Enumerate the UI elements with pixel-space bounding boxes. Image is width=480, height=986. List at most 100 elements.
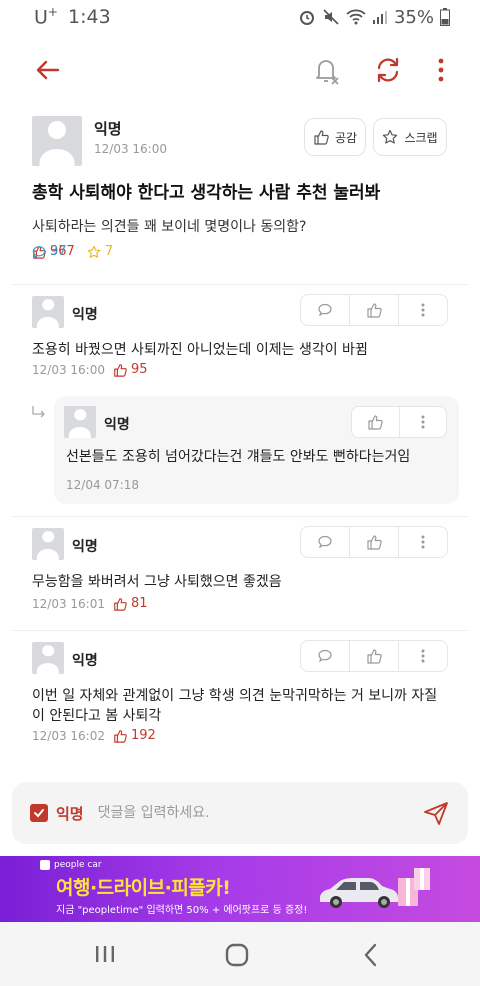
home-icon[interactable]	[224, 942, 250, 968]
comment-actions	[300, 526, 448, 558]
reply-like-button[interactable]	[352, 407, 400, 437]
comment-author: 익명	[72, 539, 98, 555]
reply-arrow-icon	[32, 406, 45, 418]
battery-icon	[440, 8, 450, 26]
avatar	[32, 528, 64, 560]
reply-button[interactable]	[301, 641, 350, 671]
comment-input[interactable]	[97, 805, 422, 821]
post-stats: 967 37 7	[32, 244, 113, 259]
reply-time: 12/04 07:18	[66, 478, 139, 492]
reply-button[interactable]	[301, 295, 350, 325]
comment: 익명 무능함을 봐버려서 그냥 사퇴했으면 좋겠음 12/03 16:01 81	[0, 520, 480, 626]
speech-bubble-icon	[318, 649, 332, 663]
avatar	[32, 642, 64, 674]
ad-brand: people car	[40, 860, 102, 870]
comment: 익명 조용히 바꿨으면 사퇴까진 아니었는데 이제는 생각이 바뀜 12/03 …	[0, 288, 480, 388]
comment-count: 37	[32, 244, 480, 259]
comment-like-count: 95	[113, 362, 148, 377]
thumbs-up-icon	[368, 415, 383, 430]
bell-off-icon[interactable]	[310, 54, 342, 86]
avatar	[64, 406, 96, 438]
comment: 익명 이번 일 자체와 관계없이 그냥 학생 의견 눈막귀막하는 거 보니까 자…	[0, 634, 480, 764]
comment-like-button[interactable]	[350, 295, 399, 325]
post: 익명 12/03 16:00 공감 스크랩 총학 사퇴해야 한다고 생각하는 사…	[0, 110, 480, 288]
alarm-icon	[299, 11, 314, 25]
thumbs-up-icon	[314, 130, 329, 145]
system-nav-bar	[0, 922, 480, 986]
app-bar	[0, 44, 480, 96]
mute-icon	[323, 9, 339, 25]
comment-text: 조용히 바꿨으면 사퇴까진 아니었는데 이제는 생각이 바뀜	[32, 342, 368, 358]
ad-subtext: 지금 "peopletime" 입력하면 50% + 에어팟프로 등 증정!	[56, 905, 308, 916]
comment-more-button[interactable]	[399, 295, 447, 325]
comment-time: 12/03 16:02	[32, 728, 105, 743]
ad-banner[interactable]: people car 여행·드라이브·피플카! 지금 "peopletime" …	[0, 856, 480, 922]
more-vert-icon	[421, 415, 425, 429]
comment-meta: 12/03 16:01 81	[32, 596, 148, 611]
comment-like-button[interactable]	[350, 641, 399, 671]
more-vert-icon	[421, 649, 425, 663]
avatar	[32, 116, 82, 166]
back-arrow-icon[interactable]	[32, 54, 64, 86]
car-icon	[320, 878, 398, 908]
comment-time: 12/03 16:01	[32, 596, 105, 611]
signal-icon	[372, 11, 387, 24]
comment-like-count: 81	[113, 596, 148, 611]
comment-like-count: 192	[113, 728, 156, 743]
ad-headline: 여행·드라이브·피플카!	[56, 877, 231, 899]
send-icon[interactable]	[422, 799, 450, 827]
thumbs-up-icon	[367, 303, 382, 318]
reply: 익명 선본들도 조용히 넘어갔다는건 걔들도 안봐도 뻔하다는거임 12/04 …	[54, 396, 459, 504]
star-icon	[383, 129, 398, 144]
comment-time: 12/03 16:00	[32, 362, 105, 377]
comment-more-button[interactable]	[399, 641, 447, 671]
status-bar: U+ 1:43 35%	[0, 0, 480, 34]
thumbs-up-icon	[114, 597, 127, 611]
gift-icon	[398, 868, 430, 906]
post-author: 익명	[94, 120, 122, 138]
like-button[interactable]: 공감	[304, 118, 366, 156]
more-vert-icon[interactable]	[430, 54, 452, 86]
refresh-icon[interactable]	[372, 54, 404, 86]
like-button-label: 공감	[334, 130, 358, 145]
speech-bubble-icon	[318, 535, 332, 549]
comment-meta: 12/03 16:00 95	[32, 362, 148, 377]
comment-actions	[300, 294, 448, 326]
comment-more-button[interactable]	[399, 527, 447, 557]
wifi-icon	[346, 9, 366, 25]
clock: 1:43	[67, 5, 111, 28]
comment-meta: 12/03 16:02 192	[32, 728, 156, 743]
anonymous-checkbox[interactable]	[30, 804, 48, 822]
carrier-label: U+	[34, 5, 58, 29]
scrap-button-label: 스크랩	[404, 130, 438, 145]
reply-more-button[interactable]	[400, 407, 447, 437]
divider	[12, 516, 468, 517]
reply-actions	[351, 406, 447, 438]
comment-actions	[300, 640, 448, 672]
reply-author: 익명	[104, 417, 130, 433]
more-vert-icon	[421, 303, 425, 317]
comment-text: 이번 일 자체와 관계없이 그냥 학생 의견 눈막귀막하는 거 보니까 자질이 …	[32, 688, 438, 724]
recent-apps-icon[interactable]	[94, 944, 116, 964]
speech-bubble-icon	[318, 303, 332, 317]
thumbs-up-icon	[367, 649, 382, 664]
comment-author: 익명	[72, 653, 98, 669]
check-icon	[34, 809, 44, 818]
comment-text: 무능함을 봐버려서 그냥 사퇴했으면 좋겠음	[32, 574, 282, 590]
divider	[12, 630, 468, 631]
comment-author: 익명	[72, 307, 98, 323]
comment-like-button[interactable]	[350, 527, 399, 557]
avatar	[32, 296, 64, 328]
anonymous-label: 익명	[56, 804, 84, 823]
thumbs-up-icon	[114, 729, 127, 743]
thumbs-up-icon	[114, 363, 127, 377]
scrap-button[interactable]: 스크랩	[373, 118, 447, 156]
back-icon[interactable]	[362, 942, 380, 968]
post-time: 12/03 16:00	[94, 142, 167, 156]
reply-text: 선본들도 조용히 넘어갔다는건 걔들도 안봐도 뻔하다는거임	[66, 449, 411, 465]
battery-percent: 35%	[393, 6, 434, 28]
thumbs-up-icon	[367, 535, 382, 550]
divider	[12, 284, 468, 285]
post-body: 사퇴하라는 의견들 꽤 보이네 몇명이나 동의함?	[32, 219, 307, 235]
reply-button[interactable]	[301, 527, 350, 557]
